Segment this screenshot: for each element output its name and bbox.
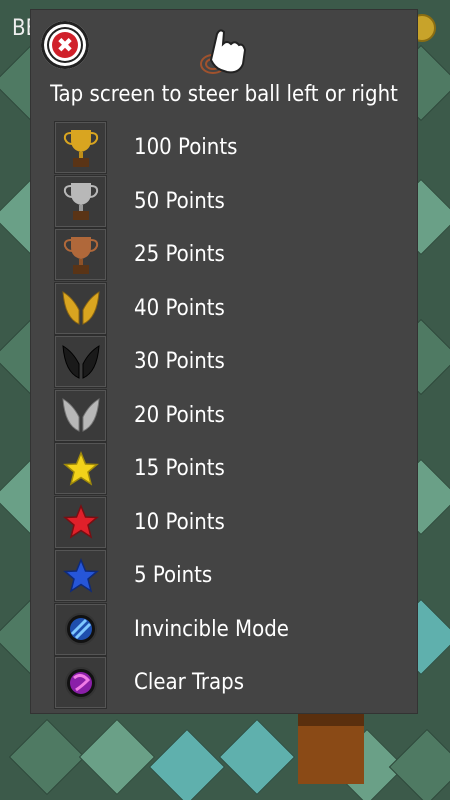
item-label: 10 Points	[134, 509, 225, 535]
list-item: 5 Points	[54, 549, 212, 603]
clear-traps-orb-icon	[64, 666, 97, 699]
gold-trophy-icon	[63, 129, 98, 167]
icon-frame	[54, 549, 107, 603]
item-label: Clear Traps	[134, 670, 245, 696]
item-label: 15 Points	[134, 456, 225, 482]
list-item: 15 Points	[54, 442, 225, 496]
list-item: 10 Points	[54, 495, 225, 550]
list-item: 30 Points	[54, 335, 225, 389]
board-tile	[78, 718, 156, 796]
list-item: 40 Points	[54, 281, 225, 336]
silver-trophy-icon	[63, 183, 98, 221]
red-star-icon	[62, 504, 99, 539]
item-label: Invincible Mode	[134, 616, 289, 642]
icon-frame	[54, 602, 107, 656]
list-item: 20 Points	[54, 388, 225, 443]
icon-frame	[54, 121, 107, 175]
invincible-orb-icon	[64, 613, 97, 646]
item-label: 30 Points	[134, 349, 225, 375]
blue-star-icon	[62, 557, 99, 593]
tap-hand-icon	[200, 29, 247, 74]
legend-list: 100 Points 50 Points 25 Points 40 Points…	[54, 121, 289, 710]
icon-frame	[54, 174, 107, 228]
board-tile	[388, 728, 450, 800]
board-tile	[8, 718, 86, 796]
yellow-star-icon	[62, 450, 99, 486]
board-tile	[148, 728, 226, 800]
close-icon: ✖	[52, 32, 78, 58]
gold-wings-icon	[61, 291, 100, 326]
item-label: 20 Points	[134, 402, 225, 428]
icon-frame	[54, 335, 107, 389]
board-tile	[218, 718, 296, 796]
item-label: 5 Points	[134, 563, 213, 589]
icon-frame	[54, 228, 107, 282]
icon-frame	[54, 388, 107, 442]
crate-block	[298, 712, 364, 784]
icon-frame	[54, 442, 107, 496]
list-item: 100 Points	[54, 121, 237, 175]
icon-frame	[54, 495, 107, 549]
list-item: 25 Points	[54, 228, 225, 282]
bronze-trophy-icon	[63, 236, 98, 274]
close-button[interactable]: ✖	[41, 21, 89, 69]
icon-frame	[54, 656, 107, 710]
list-item: 50 Points	[54, 174, 225, 229]
black-wings-icon	[61, 344, 100, 379]
icon-frame	[54, 281, 107, 335]
list-item: Invincible Mode	[54, 602, 289, 657]
item-label: 40 Points	[134, 295, 225, 321]
item-label: 50 Points	[134, 188, 225, 214]
item-label: 25 Points	[134, 242, 225, 268]
instruction-text: Tap screen to steer ball left or right	[50, 82, 398, 107]
list-item: Clear Traps	[54, 656, 244, 710]
silver-wings-icon	[61, 398, 100, 433]
help-panel: ✖ Tap screen to steer ball left or right…	[31, 10, 417, 713]
item-label: 100 Points	[134, 135, 238, 161]
